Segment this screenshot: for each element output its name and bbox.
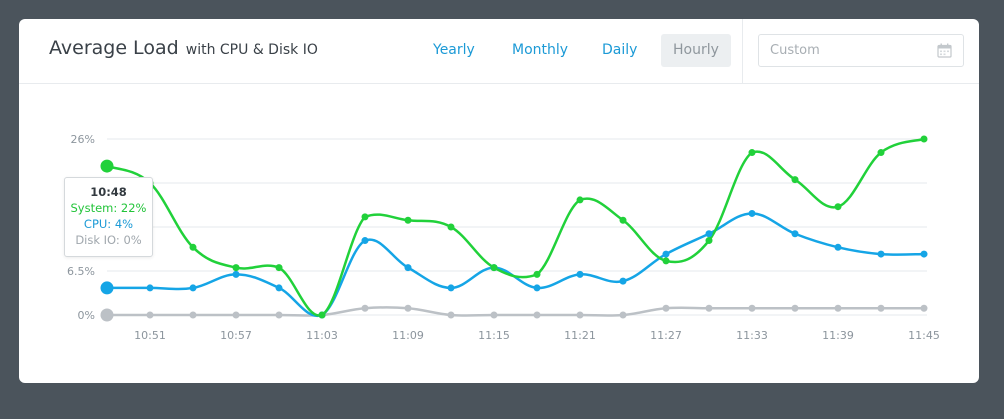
data-point-system: [361, 213, 369, 221]
data-point-cpu: [404, 264, 412, 272]
data-point-system: [533, 270, 541, 278]
data-point-disk-io: [146, 311, 154, 319]
data-point-disk-io: [834, 304, 842, 312]
data-point-disk-io: [404, 304, 412, 312]
series-line-disk-io: [107, 306, 924, 317]
x-tick-label: 11:15: [478, 329, 510, 342]
tooltip-cpu: CPU: 4%: [83, 217, 134, 231]
data-point-cpu: [576, 270, 584, 278]
tooltip-time: 10:48: [90, 185, 127, 199]
tooltip-disk: Disk IO: 0%: [75, 233, 142, 247]
data-point-system: [189, 243, 197, 251]
data-point-cpu: [275, 284, 283, 292]
data-point-system: [318, 311, 326, 319]
data-point-system: [232, 264, 240, 272]
data-point-system: [705, 237, 713, 245]
data-point-cpu: [232, 270, 240, 278]
y-tick-label: 26%: [71, 133, 95, 146]
data-point-cpu: [748, 209, 756, 217]
data-point-disk-io: [533, 311, 541, 319]
chart-tooltip: 10:48 System: 22% CPU: 4% Disk IO: 0%: [64, 177, 153, 257]
data-point-cpu: [791, 230, 799, 238]
data-point-cpu: [834, 243, 842, 251]
data-point-disk-io: [920, 304, 928, 312]
data-point-cpu: [361, 237, 369, 245]
data-point-disk-io: [662, 304, 670, 312]
data-point-system: [576, 196, 584, 204]
y-tick-label: 0%: [78, 309, 95, 322]
data-point-system: [662, 257, 670, 265]
data-point-system: [619, 216, 627, 224]
x-tick-label: 11:33: [736, 329, 768, 342]
data-point-disk-io: [189, 311, 197, 319]
data-point-system: [791, 176, 799, 184]
x-tick-label: 11:27: [650, 329, 682, 342]
data-point-system: [920, 135, 928, 143]
data-point-disk-io: [100, 308, 114, 322]
data-point-cpu: [533, 284, 541, 292]
data-point-cpu: [920, 250, 928, 258]
data-point-cpu: [705, 230, 713, 238]
x-tick-label: 11:09: [392, 329, 424, 342]
data-point-disk-io: [705, 304, 713, 312]
data-point-disk-io: [361, 304, 369, 312]
data-point-cpu: [189, 284, 197, 292]
x-tick-label: 10:51: [134, 329, 166, 342]
data-point-disk-io: [232, 311, 240, 319]
x-tick-label: 11:21: [564, 329, 596, 342]
data-point-disk-io: [447, 311, 455, 319]
load-chart: 0% 6.5% 26% 10:51 10:57 11:03 11:09 11:15 11:21…: [67, 133, 940, 342]
data-point-cpu: [877, 250, 885, 258]
data-point-disk-io: [748, 304, 756, 312]
data-point-disk-io: [877, 304, 885, 312]
data-point-system: [404, 216, 412, 224]
tooltip-system: System: 22%: [70, 201, 147, 215]
x-tick-label: 11:03: [306, 329, 338, 342]
data-point-system: [877, 149, 885, 157]
data-point-disk-io: [791, 304, 799, 312]
x-tick-label: 10:57: [220, 329, 252, 342]
series-line-cpu: [107, 212, 925, 318]
data-point-system: [490, 264, 498, 272]
data-point-cpu: [146, 284, 154, 292]
data-point-system: [447, 223, 455, 231]
y-tick-label: 6.5%: [67, 265, 95, 278]
data-point-cpu: [447, 284, 455, 292]
data-point-disk-io: [576, 311, 584, 319]
x-tick-label: 11:39: [822, 329, 854, 342]
data-point-disk-io: [275, 311, 283, 319]
data-point-cpu: [100, 281, 114, 295]
data-point-cpu: [662, 250, 670, 258]
data-point-system: [275, 264, 283, 272]
data-point-disk-io: [490, 311, 498, 319]
data-point-system: [834, 203, 842, 211]
data-point-cpu: [619, 277, 627, 285]
data-point-disk-io: [619, 311, 627, 319]
load-chart-card: Average Load with CPU & Disk IO Yearly M…: [19, 19, 979, 383]
data-point-system: [748, 149, 756, 157]
data-point-system: [100, 159, 114, 173]
x-tick-label: 11:45: [908, 329, 940, 342]
